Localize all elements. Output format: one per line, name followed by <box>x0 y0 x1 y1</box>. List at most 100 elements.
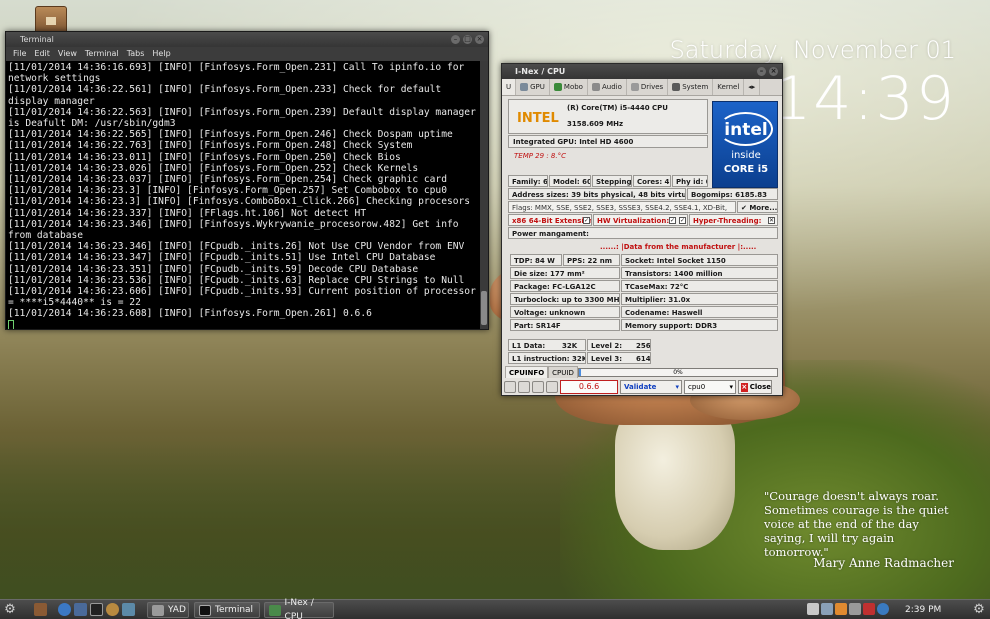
app-launcher-icon[interactable] <box>74 603 87 616</box>
task-terminal[interactable]: Terminal <box>194 602 260 618</box>
inex-tabbar: U GPU Mobo Audio Drives System Kernel ◂▸ <box>502 79 782 96</box>
address-box: Address sizes: 39 bits physical, 48 bits… <box>508 188 686 200</box>
minimize-icon[interactable]: – <box>451 35 460 44</box>
spec-multiplier: Multiplier: 31.0x <box>625 296 691 304</box>
maximize-icon[interactable]: □ <box>463 35 472 44</box>
tab-mobo[interactable]: Mobo <box>550 79 588 95</box>
menu-edit[interactable]: Edit <box>34 47 50 61</box>
terminal-line: [11/01/2014 14:36:23.337] [INFO] [FFlags… <box>8 207 367 219</box>
more-button[interactable]: ✔ More... <box>737 201 778 213</box>
terminal-line: [11/01/2014 14:36:22.565] [INFO] [Finfos… <box>8 129 453 141</box>
l1-data-label: L1 Data: <box>512 342 546 350</box>
check-icon: ✔ <box>741 204 747 212</box>
clipboard-icon[interactable] <box>821 603 833 615</box>
terminal-titlebar[interactable]: Terminal – □ × <box>6 32 488 47</box>
inex-window[interactable]: I-Nex / CPU – × U GPU Mobo Audio Drives … <box>501 63 783 396</box>
spec-tdp: TDP: 84 W <box>514 257 555 265</box>
desktop-clock: 14:39 <box>773 64 956 134</box>
l1-instruction: L1 instruction: 32K <box>512 355 586 363</box>
network-icon[interactable] <box>849 603 861 615</box>
spec-part: Part: SR14F <box>514 322 561 330</box>
spec-voltage: Voltage: unknown <box>514 309 586 317</box>
tab-scroll-arrows[interactable]: ◂▸ <box>744 79 761 95</box>
tab-gpu[interactable]: GPU <box>516 79 550 95</box>
menu-help[interactable]: Help <box>152 47 170 61</box>
system-launcher-icon[interactable] <box>122 603 135 616</box>
tab-audio[interactable]: Audio <box>588 79 627 95</box>
cpu-cores: Cores: 4 <box>637 178 670 186</box>
tab-kernel[interactable]: Kernel <box>713 79 745 95</box>
close-icon[interactable]: × <box>769 67 778 76</box>
terminal-launcher-icon[interactable] <box>90 603 103 616</box>
validate-button[interactable]: Validate ▾ <box>620 380 682 394</box>
terminal-line: [11/01/2014 14:36:23.608] [INFO] [Finfos… <box>8 308 372 320</box>
terminal-line: [11/01/2014 14:36:22.763] [INFO] [Finfos… <box>8 140 413 152</box>
taskbar-clock[interactable]: 2:39 PM <box>905 600 941 619</box>
flags-box: Flags: MMX, SSE, SSE2, SSE3, SSSE3, SSE4… <box>508 201 736 213</box>
intel-core-i5-logo: intel inside CORE i5 <box>712 101 778 188</box>
terminal-prompt[interactable] <box>8 319 480 329</box>
rss-icon[interactable] <box>835 603 847 615</box>
terminal-title: Terminal <box>20 35 54 44</box>
inex-titlebar[interactable]: I-Nex / CPU – × <box>502 64 782 79</box>
scrollbar-thumb[interactable] <box>481 291 487 325</box>
menu-gear-icon[interactable]: ⚙ <box>3 603 17 617</box>
task-inex[interactable]: I-Nex / CPU <box>264 598 334 619</box>
close-icon: × <box>741 382 748 392</box>
menu-view[interactable]: View <box>58 47 77 61</box>
browser-launcher-icon[interactable] <box>58 603 71 616</box>
terminal-output[interactable]: [11/01/2014 14:36:16.693] [INFO] [Finfos… <box>6 61 482 329</box>
terminal-menubar: File Edit View Terminal Tabs Help <box>6 47 488 61</box>
tab-system[interactable]: System <box>668 79 714 95</box>
terminal-line: [11/01/2014 14:36:23.026] [INFO] [Finfos… <box>8 162 419 174</box>
desktop-quote: "Courage doesn't always roar. Sometimes … <box>764 489 949 559</box>
menu-terminal[interactable]: Terminal <box>85 47 119 61</box>
close-button[interactable]: × Close <box>738 380 772 394</box>
cpu-flags: Flags: MMX, SSE, SSE2, SSE3, SSSE3, SSE4… <box>512 204 728 212</box>
tab-drives[interactable]: Drives <box>627 79 669 95</box>
task-yad[interactable]: YAD <box>147 602 189 618</box>
close-icon[interactable]: × <box>475 35 484 44</box>
cpu-panel: INTEL (R) Core(TM) i5-4440 CPU 3158.609 … <box>506 97 780 364</box>
gpu-icon <box>520 83 529 91</box>
terminal-window[interactable]: Terminal – □ × File Edit View Terminal T… <box>5 31 489 330</box>
database-icon[interactable] <box>532 381 544 393</box>
task-terminal-label: Terminal <box>215 605 254 615</box>
phy-id-box: Phy id: 0 <box>672 175 708 187</box>
tab-cpuinfo[interactable]: CPUINFO <box>505 366 549 378</box>
gpu-box: Integrated GPU: Intel HD 4600 <box>508 135 708 148</box>
globe-icon[interactable] <box>877 603 889 615</box>
yad-icon <box>152 604 164 616</box>
menu-file[interactable]: File <box>13 47 26 61</box>
tools-icon[interactable] <box>518 381 530 393</box>
update-icon[interactable] <box>863 603 875 615</box>
l3-box: Level 3: 614 <box>587 352 651 364</box>
terminal-scrollbar[interactable] <box>480 61 488 329</box>
die-size-box: Die size: 177 mm² <box>510 267 620 279</box>
stepping-box: Stepping: <box>592 175 632 187</box>
desktop-icon[interactable] <box>35 6 67 34</box>
refresh-icon[interactable] <box>504 381 516 393</box>
cpu-select[interactable]: cpu0 ▾ <box>684 380 736 394</box>
minimize-icon[interactable]: – <box>757 67 766 76</box>
terminal-line: [11/01/2014 14:36:23.3] [INFO] [Finfosys… <box>8 196 471 208</box>
tab-cpu[interactable]: U <box>502 79 517 95</box>
terminal-line: [11/01/2014 14:36:23.3] [INFO] [Finfosys… <box>8 185 447 197</box>
menu-tabs[interactable]: Tabs <box>127 47 145 61</box>
hw-virt-field: HW Virtualization: ✓ ✓ <box>593 214 688 226</box>
settings-launcher-icon[interactable] <box>106 603 119 616</box>
terminal-line: [11/01/2014 14:36:22.563] [INFO] [Finfos… <box>8 106 482 130</box>
settings-gear-icon[interactable]: ⚙ <box>972 603 986 617</box>
chevron-down-icon: ▾ <box>675 383 679 391</box>
l2-box: Level 2: 256 <box>587 339 651 351</box>
files-launcher-icon[interactable] <box>34 603 47 616</box>
eject-icon[interactable] <box>807 603 819 615</box>
tab-cpuid[interactable]: CPUID <box>548 366 578 378</box>
cpu-stepping: Stepping: <box>596 178 632 186</box>
audio-icon <box>591 83 600 91</box>
info-icon[interactable] <box>546 381 558 393</box>
l2-label: Level 2: <box>591 342 623 350</box>
version-field: 0.6.6 <box>560 380 618 394</box>
logo-core-text: CORE i5 <box>723 164 769 175</box>
integrated-gpu: Integrated GPU: Intel HD 4600 <box>513 138 634 146</box>
